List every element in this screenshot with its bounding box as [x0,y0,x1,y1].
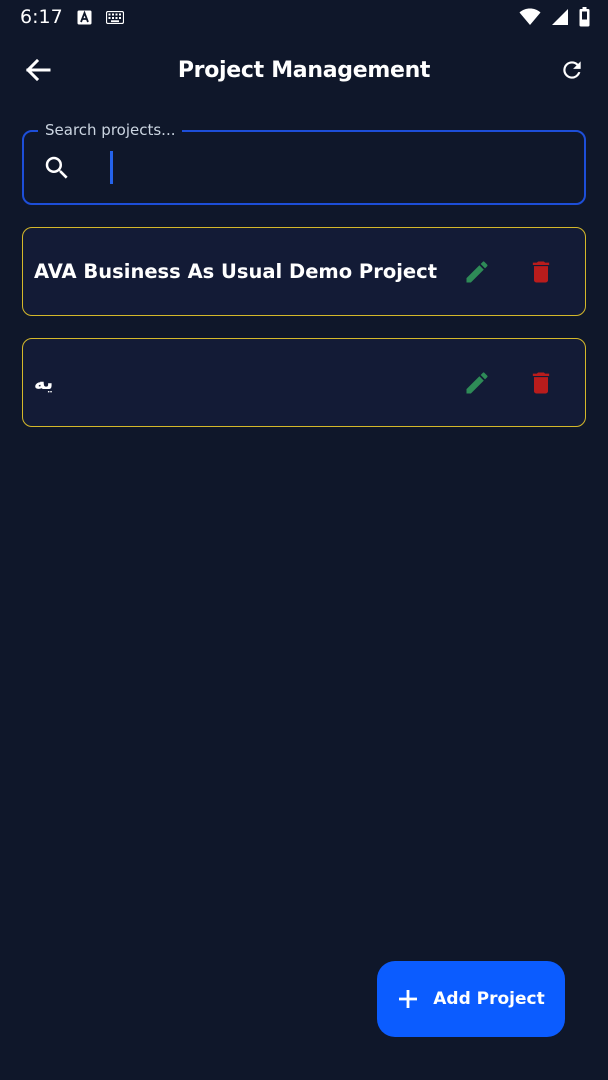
project-card[interactable]: AVA Business As Usual Demo Project [22,227,586,316]
edit-project-button[interactable] [457,363,497,403]
delete-project-button[interactable] [521,252,561,292]
search-icon [42,153,72,183]
delete-project-button[interactable] [521,363,561,403]
back-button[interactable] [20,53,56,87]
project-card[interactable]: یه [22,338,586,427]
app-bar: Project Management [0,40,608,100]
pencil-icon [463,258,491,286]
arrow-back-icon [25,59,51,81]
status-bar: 6:17 [0,0,608,34]
search-label: Search projects... [38,121,183,139]
project-management-screen: 6:17 Project Management Search projects.… [0,0,608,1080]
add-project-label: Add Project [433,989,545,1009]
project-name: یه [34,371,54,394]
edit-project-button[interactable] [457,252,497,292]
wifi-icon [519,8,541,26]
add-project-button[interactable]: Add Project [377,961,565,1037]
search-input[interactable] [90,147,584,188]
signal-icon [551,8,569,26]
page-title: Project Management [177,57,431,83]
pencil-icon [463,369,491,397]
keyboard-icon [105,10,124,24]
battery-icon [579,7,590,27]
trash-icon [527,368,555,398]
text-cursor [110,151,113,184]
search-field[interactable]: Search projects... [22,121,586,205]
text-a-icon [77,10,92,25]
refresh-button[interactable] [554,53,590,87]
status-time: 6:17 [20,6,63,28]
status-right [519,7,590,27]
trash-icon [527,257,555,287]
plus-icon [397,988,419,1010]
refresh-icon [559,57,585,83]
project-name: AVA Business As Usual Demo Project [34,260,438,283]
status-left: 6:17 [20,6,124,28]
